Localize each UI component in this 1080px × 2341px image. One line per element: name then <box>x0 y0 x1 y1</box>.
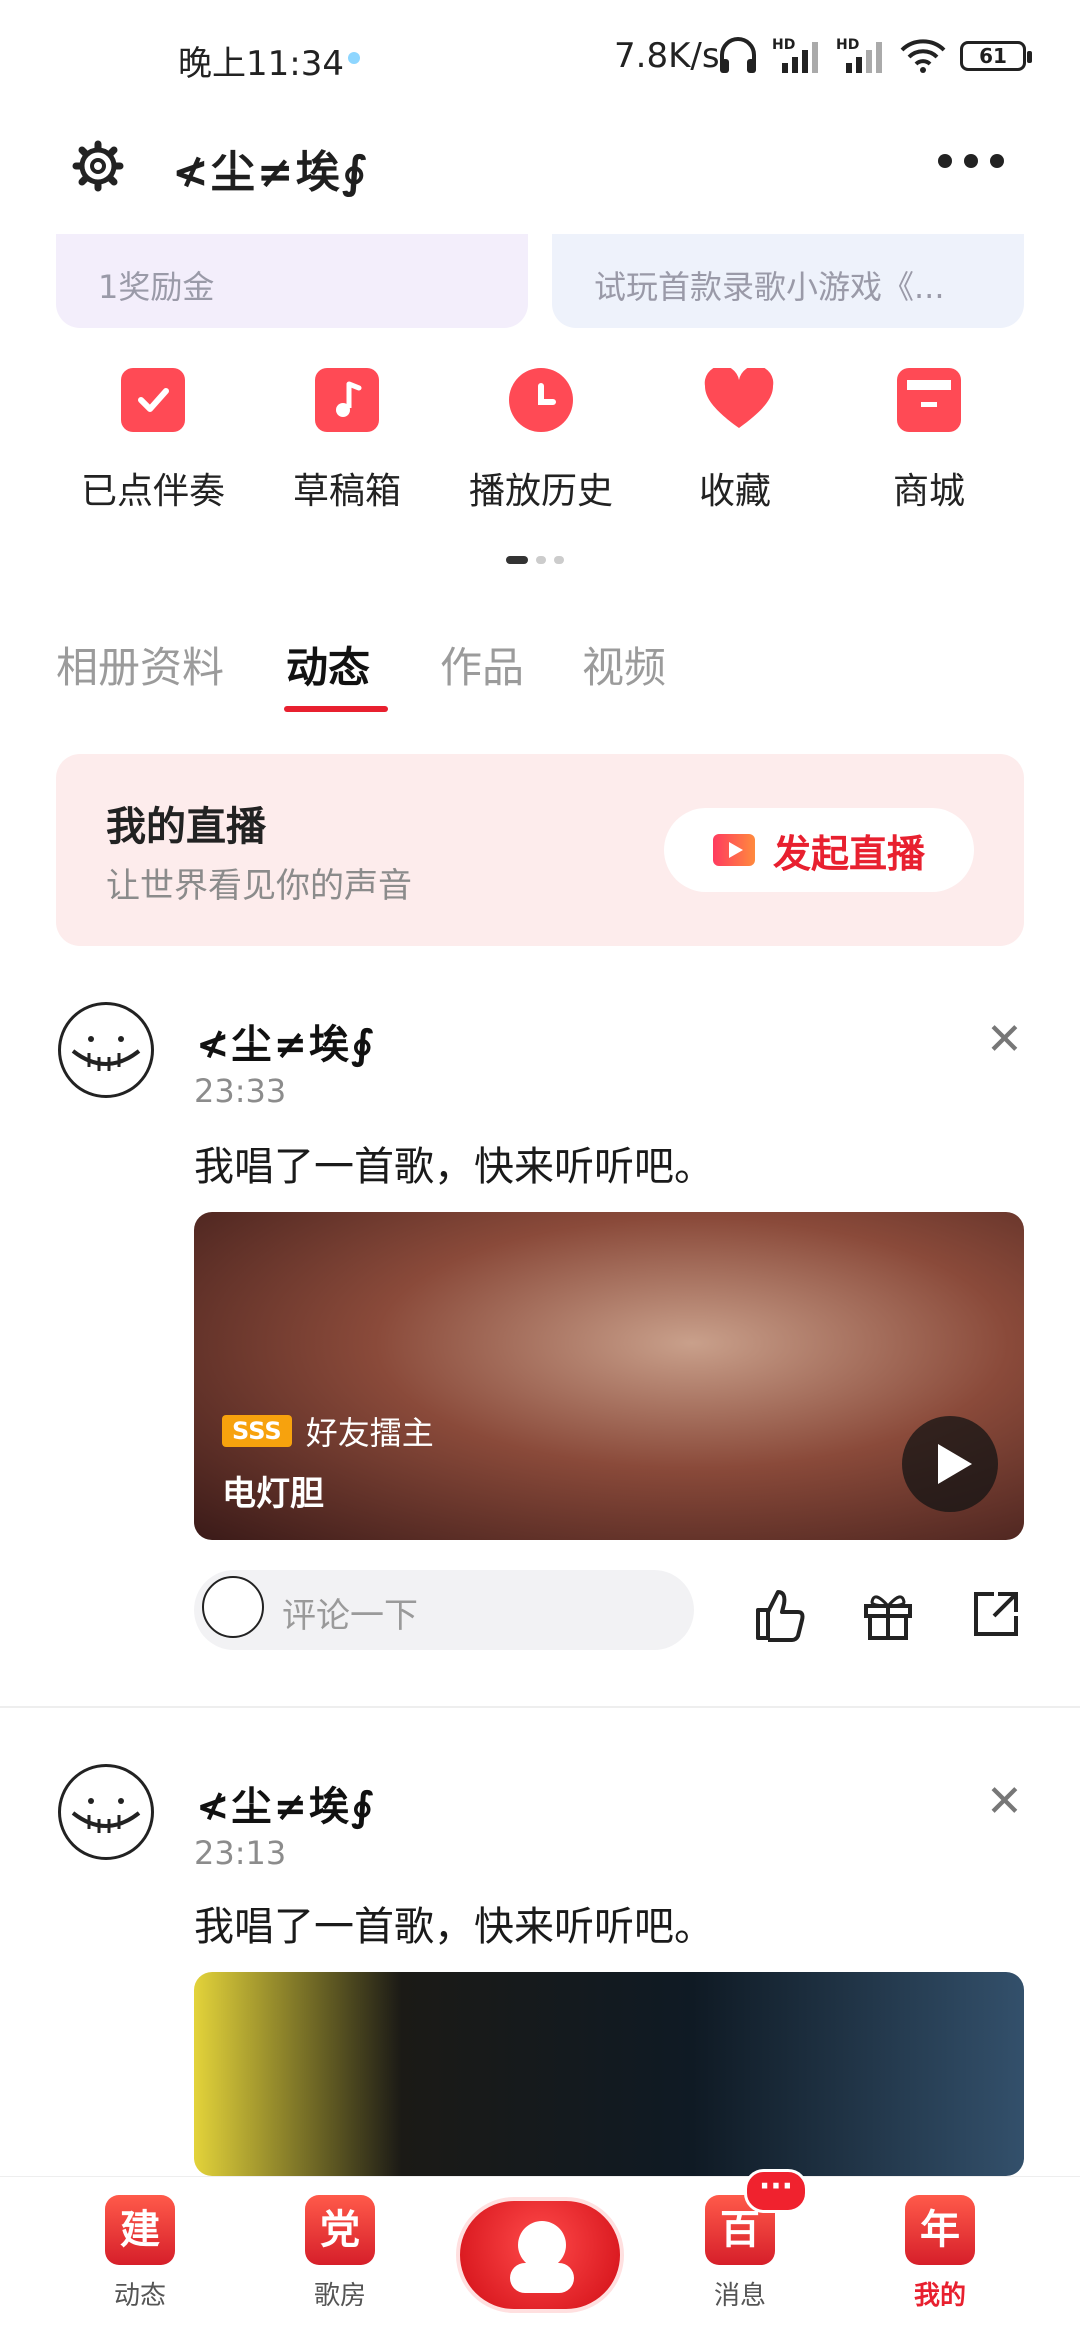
clock-icon <box>509 368 573 432</box>
notification-dot <box>348 52 360 64</box>
quick-action-favorites[interactable]: 收藏 <box>650 365 820 518</box>
quick-action-label: 播放历史 <box>468 471 613 512</box>
post-text: 我唱了一首歌，快来听听吧。 <box>194 1904 714 1950</box>
close-icon[interactable]: ✕ <box>986 1014 1023 1065</box>
singer-icon-body <box>510 2263 574 2293</box>
signal-icon-2: HD <box>836 37 886 75</box>
gear-icon[interactable] <box>72 140 124 192</box>
nav-feed-icon: 建 <box>105 2195 175 2265</box>
post-author[interactable]: ≮尘≠埃∮ <box>196 1774 376 1832</box>
comment-placeholder: 评论一下 <box>282 1596 418 1636</box>
music-note-icon <box>315 368 379 432</box>
quick-action-history[interactable]: 播放历史 <box>456 368 626 518</box>
avatar[interactable] <box>58 1002 154 1098</box>
signal-hd-label: HD <box>772 37 796 53</box>
start-live-label: 发起直播 <box>772 831 925 876</box>
start-live-button[interactable]: 发起直播 <box>664 808 974 892</box>
sss-badge: SSS <box>222 1415 292 1447</box>
status-bar: 晚上11:34 7.8K/s HD HD 61 <box>0 0 1080 120</box>
like-icon[interactable] <box>752 1586 808 1642</box>
tab-active-indicator <box>284 706 388 712</box>
song-tag: 好友擂主 <box>305 1414 434 1452</box>
singer-icon <box>518 2221 566 2269</box>
promo-card-subtitle: 试玩首款录歌小游戏《... <box>594 268 945 306</box>
page-indicator <box>506 556 564 564</box>
quick-action-label: 商城 <box>892 471 965 512</box>
tab-works[interactable]: 作品 <box>440 634 524 695</box>
nav-label: 动态 <box>113 2281 166 2311</box>
bottom-nav: 建 动态 党 歌房 百 消息 ··· 年 我的 <box>0 2169 1080 2341</box>
quick-action-shop[interactable]: 商城 <box>844 368 1014 518</box>
tab-album[interactable]: 相册资料 <box>56 634 224 695</box>
song-tag-row: SSS 好友擂主 <box>222 1408 434 1454</box>
nav-mine-icon: 年 <box>905 2195 975 2265</box>
post-time: 23:33 <box>194 1072 287 1110</box>
heart-icon <box>703 365 774 432</box>
message-badge: ··· <box>744 2169 808 2213</box>
wifi-icon <box>900 39 946 73</box>
network-speed: 7.8K/s <box>614 36 720 76</box>
post-author[interactable]: ≮尘≠埃∮ <box>196 1012 376 1070</box>
quick-action-label: 收藏 <box>698 471 771 512</box>
headphones-icon <box>720 37 756 73</box>
avatar[interactable] <box>58 1764 154 1860</box>
avatar <box>202 1576 264 1638</box>
gift-icon[interactable] <box>860 1586 916 1642</box>
nav-rooms-icon: 党 <box>305 2195 375 2265</box>
check-icon <box>121 368 185 432</box>
signal-icon-1: HD <box>772 37 822 75</box>
battery-icon: 61 <box>960 41 1032 71</box>
song-card[interactable]: SSS 好友擂主 电灯胆 <box>194 1212 1024 1540</box>
status-time: 晚上11:34 <box>178 44 344 84</box>
play-icon[interactable] <box>902 1416 998 1512</box>
quick-action-label: 已点伴奏 <box>80 471 225 512</box>
signal-hd-label: HD <box>836 37 860 53</box>
quick-action-label: 草稿箱 <box>292 471 401 512</box>
video-camera-icon <box>712 834 755 866</box>
tab-feed[interactable]: 动态 <box>286 634 370 695</box>
close-icon[interactable]: ✕ <box>986 1776 1023 1827</box>
live-subtitle: 让世界看见你的声音 <box>106 866 412 906</box>
song-card[interactable] <box>194 1972 1024 2176</box>
nav-label: 歌房 <box>313 2281 366 2311</box>
page-title: ≮尘≠埃∮ <box>172 147 369 198</box>
nav-messages[interactable]: 百 消息 <box>660 2195 820 2312</box>
nav-feed[interactable]: 建 动态 <box>60 2195 220 2312</box>
more-icon[interactable] <box>938 154 1008 168</box>
sing-center-button[interactable] <box>456 2197 624 2313</box>
nav-rooms[interactable]: 党 歌房 <box>260 2195 420 2312</box>
nav-mine[interactable]: 年 我的 <box>860 2195 1020 2312</box>
tab-videos[interactable]: 视频 <box>582 634 666 695</box>
song-title: 电灯胆 <box>222 1474 324 1514</box>
comment-box[interactable]: 评论一下 <box>194 1570 694 1650</box>
status-icons: HD HD 61 <box>718 36 1032 76</box>
nav-label: 我的 <box>913 2281 966 2311</box>
live-title: 我的直播 <box>106 804 266 850</box>
promo-card-subtitle: 1奖励金 <box>98 268 215 306</box>
live-section: 我的直播 让世界看见你的声音 发起直播 <box>56 754 1024 946</box>
quick-action-drafts[interactable]: 草稿箱 <box>262 368 432 518</box>
quick-action-accompaniment[interactable]: 已点伴奏 <box>68 368 238 518</box>
nav-label: 消息 <box>713 2281 766 2311</box>
post-divider <box>0 1706 1080 1708</box>
post-text: 我唱了一首歌，快来听听吧。 <box>194 1144 714 1190</box>
shop-icon <box>897 368 961 432</box>
share-icon[interactable] <box>968 1586 1024 1642</box>
post-time: 23:13 <box>194 1834 287 1872</box>
